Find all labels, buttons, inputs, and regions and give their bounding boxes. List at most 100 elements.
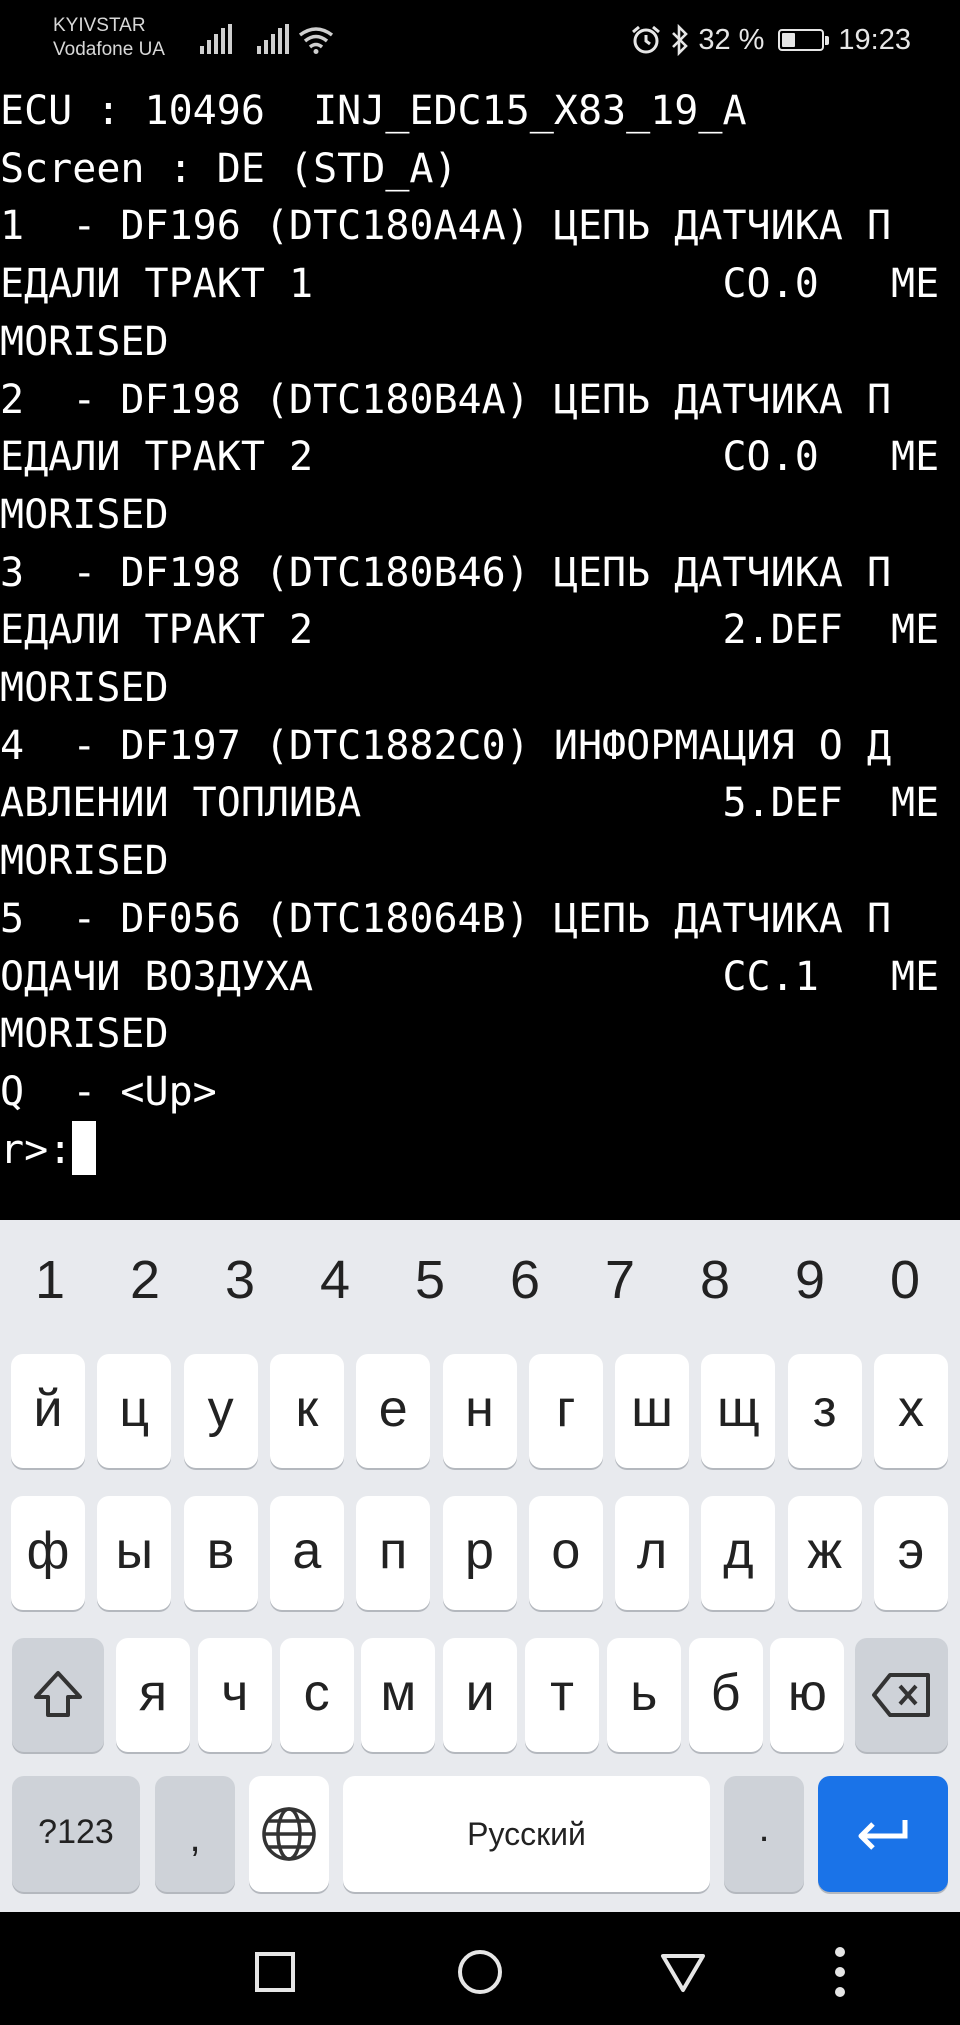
terminal-line-text: r>:: [0, 1126, 73, 1173]
letter-key[interactable]: в: [183, 1496, 258, 1610]
letter-key[interactable]: с: [279, 1638, 354, 1752]
letter-key[interactable]: п: [356, 1496, 431, 1610]
terminal-line: MORISED: [0, 1005, 169, 1063]
letter-key[interactable]: е: [356, 1354, 431, 1468]
navigation-bar: [0, 1912, 960, 2025]
terminal-line: 5 - DF056 (DTC18064B) ЦЕПЬ ДАТЧИКА П: [0, 890, 891, 948]
terminal-line: ЕДАЛИ ТРАКТ 2 CO.0 ME: [0, 428, 939, 486]
carrier-2: Vodafone UA: [53, 39, 165, 60]
terminal-line-text: MORISED: [0, 665, 169, 711]
terminal-line-text: ЕДАЛИ ТРАКТ 1 CO.0 ME: [0, 261, 940, 308]
period-key[interactable]: .: [724, 1776, 804, 1892]
shift-icon: [34, 1671, 82, 1717]
letter-key[interactable]: т: [525, 1638, 599, 1752]
backspace-key[interactable]: [855, 1638, 948, 1752]
number-key[interactable]: 3: [200, 1240, 280, 1320]
terminal-line: 3 - DF198 (DTC180B46) ЦЕПЬ ДАТЧИКА П: [0, 544, 891, 602]
status-right: 32 % 19:23: [630, 20, 911, 60]
shift-key[interactable]: [12, 1638, 104, 1752]
terminal-line-text: Screen : DE (STD_A): [0, 145, 458, 192]
alarm-icon: [632, 25, 661, 54]
letter-row-3: ячсмитьбю: [0, 1638, 960, 1752]
letter-key[interactable]: й: [11, 1354, 85, 1468]
number-key[interactable]: 2: [105, 1240, 185, 1320]
letter-key[interactable]: э: [874, 1496, 948, 1610]
comma-key[interactable]: ,: [155, 1776, 235, 1892]
letter-key[interactable]: м: [361, 1638, 436, 1752]
battery-percent: 32 %: [698, 23, 765, 56]
letter-key[interactable]: з: [787, 1354, 862, 1468]
backspace-icon: [871, 1673, 930, 1717]
terminal-output[interactable]: ECU : 10496 INJ_EDC15_X83_19_A Screen : D…: [0, 82, 960, 1220]
terminal-line: MORISED: [0, 832, 169, 890]
space-bar[interactable]: Русский: [343, 1776, 710, 1892]
battery-level: [782, 33, 795, 47]
symbols-key[interactable]: ?123: [12, 1776, 140, 1892]
letter-key[interactable]: ю: [770, 1638, 845, 1752]
battery-icon: [778, 29, 830, 51]
signal-icon: [200, 24, 232, 54]
letter-key[interactable]: я: [116, 1638, 190, 1752]
terminal-line-text: MORISED: [0, 1011, 169, 1058]
terminal-line: ЕДАЛИ ТРАКТ 1 CO.0 ME: [0, 255, 939, 313]
letter-key[interactable]: н: [442, 1354, 517, 1468]
terminal-line-text: ECU : 10496 INJ_EDC15_X83_19_A: [0, 88, 747, 134]
language-key[interactable]: [249, 1776, 329, 1892]
letter-key[interactable]: ж: [787, 1496, 862, 1610]
wifi-icon: [298, 27, 334, 54]
number-key[interactable]: 1: [10, 1240, 90, 1320]
letter-key[interactable]: у: [183, 1354, 258, 1468]
terminal-line-text: 2 - DF198 (DTC180B4A) ЦЕПЬ ДАТЧИКА П: [0, 376, 892, 423]
globe-icon: [262, 1807, 316, 1861]
letter-key[interactable]: р: [442, 1496, 517, 1610]
terminal-line-text: MORISED: [0, 491, 169, 538]
letter-key[interactable]: к: [269, 1354, 344, 1468]
letter-key[interactable]: ы: [97, 1496, 172, 1610]
letter-key[interactable]: о: [528, 1496, 603, 1610]
number-key[interactable]: 6: [485, 1240, 565, 1320]
number-key[interactable]: 5: [390, 1240, 470, 1320]
recents-icon[interactable]: [247, 1944, 303, 2000]
terminal-line-text: MORISED: [0, 318, 169, 365]
number-key[interactable]: 8: [675, 1240, 755, 1320]
letter-key[interactable]: ь: [606, 1638, 681, 1752]
number-row: 1234567890: [0, 1220, 960, 1340]
letter-key[interactable]: ф: [11, 1496, 85, 1610]
letter-key[interactable]: ш: [615, 1354, 690, 1468]
terminal-line: MORISED: [0, 313, 169, 371]
letter-key[interactable]: б: [688, 1638, 763, 1752]
letter-key[interactable]: д: [701, 1496, 776, 1610]
terminal-line: 2 - DF198 (DTC180B4A) ЦЕПЬ ДАТЧИКА П: [0, 371, 891, 429]
letter-key[interactable]: ч: [197, 1638, 272, 1752]
terminal-line: MORISED: [0, 659, 169, 717]
more-icon[interactable]: [812, 1944, 868, 2000]
carrier-info: KYIVSTAR Vodafone UA: [53, 14, 165, 62]
terminal-line: MORISED: [0, 486, 169, 544]
back-icon[interactable]: [655, 1944, 711, 2000]
number-key[interactable]: 9: [770, 1240, 850, 1320]
terminal-line: 4 - DF197 (DTC1882C0) ИНФОРМАЦИЯ О Д: [0, 717, 891, 775]
letter-key[interactable]: и: [443, 1638, 518, 1752]
letter-key[interactable]: а: [269, 1496, 344, 1610]
letter-key[interactable]: щ: [701, 1354, 776, 1468]
number-key[interactable]: 0: [865, 1240, 945, 1320]
home-icon[interactable]: [452, 1944, 508, 2000]
number-key[interactable]: 4: [295, 1240, 375, 1320]
bottom-row: ?123 , Русский .: [0, 1776, 960, 1896]
letter-key[interactable]: л: [615, 1496, 690, 1610]
terminal-line-text: ЕДАЛИ ТРАКТ 2 CO.0 ME: [0, 434, 940, 481]
enter-key[interactable]: [818, 1776, 948, 1892]
number-key[interactable]: 7: [580, 1240, 660, 1320]
letter-key[interactable]: г: [528, 1354, 603, 1468]
status-bar: KYIVSTAR Vodafone UA 32 % 19:23: [0, 0, 960, 82]
carrier-1: KYIVSTAR: [53, 15, 146, 36]
terminal-line: ECU : 10496 INJ_EDC15_X83_19_A: [0, 82, 747, 140]
letter-key[interactable]: ц: [97, 1354, 172, 1468]
terminal-line-text: ОДАЧИ ВОЗДУХА CC.1 ME: [0, 953, 940, 1000]
on-screen-keyboard: 1234567890 йцукенгшщзх фывапролджэ ячсми…: [0, 1220, 960, 1912]
letter-key[interactable]: х: [874, 1354, 948, 1468]
terminal-line-text: 3 - DF198 (DTC180B46) ЦЕПЬ ДАТЧИКА П: [0, 549, 892, 596]
terminal-line-text: Q - <Up>: [0, 1068, 217, 1115]
terminal-line: ОДАЧИ ВОЗДУХА CC.1 ME: [0, 948, 939, 1006]
letter-row-2: фывапролджэ: [0, 1496, 960, 1610]
